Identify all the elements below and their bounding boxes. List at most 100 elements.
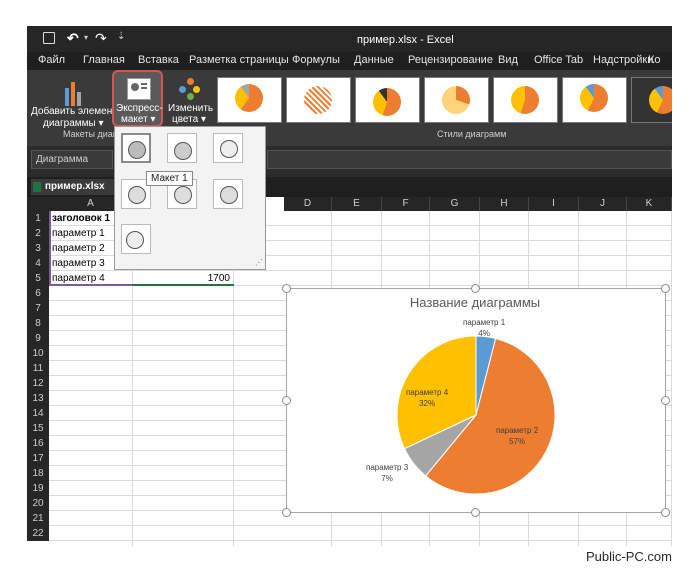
row-header-19[interactable]: 19 [27, 481, 49, 496]
row-header-22[interactable]: 22 [27, 526, 49, 541]
resize-handle-l[interactable] [282, 396, 291, 405]
chart-style-7[interactable] [631, 77, 672, 123]
document-tab-label: пример.xlsx [45, 181, 105, 192]
menu-tab-8[interactable]: Office Tab [534, 54, 583, 66]
cell-b5[interactable]: 1700 [133, 271, 234, 286]
watermark: Public-PC.com [586, 549, 672, 564]
data-label-4[interactable]: параметр 4 32% [406, 387, 448, 409]
resize-grip-icon[interactable]: ⋰ [255, 258, 263, 267]
layout-3-option[interactable] [213, 133, 243, 163]
resize-handle-br[interactable] [661, 508, 670, 517]
row-header-17[interactable]: 17 [27, 451, 49, 466]
tooltip: Макет 1 [146, 171, 193, 186]
menu-tab-5[interactable]: Данные [354, 54, 394, 66]
layout-6-option[interactable] [213, 179, 243, 209]
menu-tab-9[interactable]: Надстройки [593, 54, 653, 66]
resize-handle-tr[interactable] [661, 284, 670, 293]
chart-style-4[interactable] [424, 77, 489, 123]
resize-handle-tl[interactable] [282, 284, 291, 293]
menu-tab-1[interactable]: Главная [83, 54, 125, 66]
layout-2-icon [174, 142, 192, 160]
menu-tab-4[interactable]: Формулы [292, 54, 340, 66]
menu-tab-3[interactable]: Разметка страницы [189, 54, 289, 66]
group-label-styles: Стили диаграмм [437, 129, 507, 139]
column-header-7[interactable]: I [529, 197, 579, 211]
row-header-18[interactable]: 18 [27, 466, 49, 481]
change-colors-button[interactable]: Изменить [168, 103, 213, 114]
undo-dropdown-icon[interactable]: ▾ [84, 33, 88, 42]
column-header-4[interactable]: F [382, 197, 430, 211]
menu-tab-6[interactable]: Рецензирование [408, 54, 493, 66]
express-layout-icon [127, 78, 151, 100]
column-header-5[interactable]: G [430, 197, 480, 211]
chart-style-3[interactable] [355, 77, 420, 123]
row-header-6[interactable]: 6 [27, 286, 49, 301]
row-header-7[interactable]: 7 [27, 301, 49, 316]
row-header-15[interactable]: 15 [27, 421, 49, 436]
data-label-1[interactable]: параметр 1 4% [463, 317, 505, 339]
add-chart-element-dropdown[interactable]: диаграммы ▾ [43, 118, 104, 129]
column-header-2[interactable]: D [284, 197, 332, 211]
undo-icon[interactable]: ↶ [67, 30, 79, 47]
row-header-16[interactable]: 16 [27, 436, 49, 451]
screenshot-stage: ↶ ▾ ↷ ⇣ пример.xlsx - Excel Файл Главная В… [0, 0, 700, 569]
chart-style-5[interactable] [493, 77, 558, 123]
row-header-9[interactable]: 9 [27, 331, 49, 346]
row-header-5[interactable]: 5 [27, 271, 49, 286]
layout-6-icon [220, 186, 238, 204]
layout-2-option[interactable] [167, 133, 197, 163]
group-label-layouts: Макеты диагр [63, 129, 122, 139]
quick-layout-gallery: ⋰ [114, 126, 266, 270]
layout-1-option[interactable] [121, 133, 151, 163]
layout-7-option[interactable] [121, 224, 151, 254]
row-header-3[interactable]: 3 [27, 241, 49, 256]
row-header-4[interactable]: 4 [27, 256, 49, 271]
layout-3-icon [220, 140, 238, 158]
menu-tab-0[interactable]: Файл [38, 54, 65, 66]
column-header-3[interactable]: E [332, 197, 382, 211]
row-header-1[interactable]: 1 [27, 211, 49, 226]
change-colors-icon[interactable] [179, 78, 201, 100]
customize-qat-icon[interactable]: ⇣ [117, 31, 125, 42]
chart-area[interactable]: Название диаграммы параметр 1 4% параметр… [286, 288, 666, 513]
row-header-20[interactable]: 20 [27, 496, 49, 511]
row-header-13[interactable]: 13 [27, 391, 49, 406]
row-header-21[interactable]: 21 [27, 511, 49, 526]
resize-handle-b[interactable] [471, 508, 480, 517]
row-header-11[interactable]: 11 [27, 361, 49, 376]
resize-handle-t[interactable] [471, 284, 480, 293]
resize-handle-r[interactable] [661, 396, 670, 405]
add-chart-element-button[interactable]: Добавить элемент [31, 106, 117, 117]
row-header-2[interactable]: 2 [27, 226, 49, 241]
gridline-h [49, 540, 672, 541]
column-header-8[interactable]: J [579, 197, 627, 211]
column-header-9[interactable]: K [627, 197, 672, 211]
window-title: пример.xlsx - Excel [357, 34, 454, 46]
document-tab[interactable]: пример.xlsx [31, 179, 115, 195]
row-header-10[interactable]: 10 [27, 346, 49, 361]
menu-tab-10[interactable]: Ко [648, 54, 661, 66]
name-box[interactable]: Диаграмма [31, 150, 113, 169]
save-icon[interactable] [43, 32, 55, 44]
data-label-2[interactable]: параметр 2 57% [496, 425, 538, 447]
row-header-14[interactable]: 14 [27, 406, 49, 421]
column-header-6[interactable]: H [480, 197, 529, 211]
chart-style-1[interactable] [217, 77, 282, 123]
resize-handle-bl[interactable] [282, 508, 291, 517]
chart-style-6[interactable] [562, 77, 627, 123]
layout-7-icon [126, 231, 144, 249]
row-header-8[interactable]: 8 [27, 316, 49, 331]
formula-input[interactable] [267, 150, 672, 169]
redo-icon[interactable]: ↷ [95, 30, 107, 47]
row-header-12[interactable]: 12 [27, 376, 49, 391]
change-colors-dropdown[interactable]: цвета ▾ [172, 114, 206, 125]
layout-5-icon [174, 186, 192, 204]
menu-tab-7[interactable]: Вид [498, 54, 518, 66]
data-label-3[interactable]: параметр 3 7% [366, 462, 408, 484]
select-all-corner[interactable] [27, 197, 49, 211]
name-box-value: Диаграмма [36, 154, 89, 165]
chart-style-2[interactable] [286, 77, 351, 123]
menu-tab-2[interactable]: Вставка [138, 54, 179, 66]
add-chart-element-icon[interactable] [63, 78, 83, 106]
layout-1-icon [128, 141, 146, 159]
